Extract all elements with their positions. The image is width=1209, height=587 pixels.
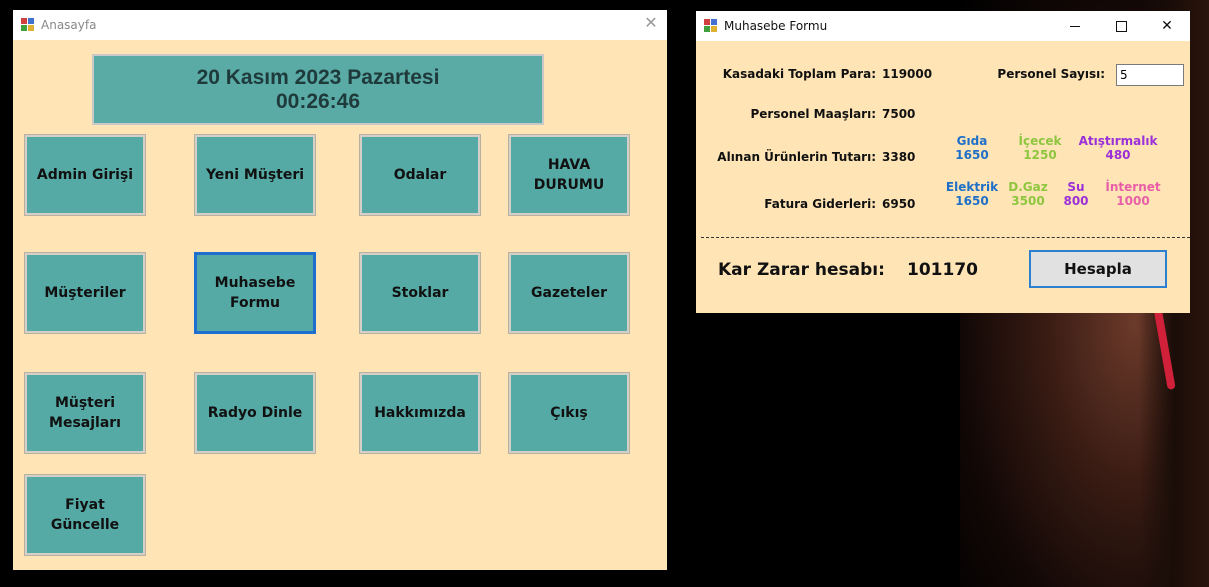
muhasebe-formu-window: Muhasebe Formu ✕ Kasadaki Toplam Para: 1… (696, 11, 1190, 313)
icecek-label: İçecek (1018, 134, 1062, 148)
time-label: 00:26:46 (275, 89, 361, 113)
dgaz-label: D.Gaz (1008, 180, 1048, 194)
hava-durumu-button[interactable]: HAVA DURUMU (508, 134, 630, 216)
dgaz-value: 3500 (1011, 194, 1045, 208)
cikis-button[interactable]: Çıkış (508, 372, 630, 454)
kar-zarar-value: 101170 (907, 260, 978, 280)
window-title: Muhasebe Formu (724, 19, 828, 33)
app-icon (21, 18, 35, 32)
su-item: Su 800 (1058, 180, 1094, 208)
anasayfa-window: Anasayfa ✕ 20 Kasım 2023 Pazartesi 00:26… (13, 10, 667, 570)
gida-item: Gıda 1650 (952, 134, 992, 162)
close-icon: ✕ (1161, 18, 1173, 34)
fiyat-guncelle-button[interactable]: Fiyat Güncelle (24, 474, 146, 556)
su-value: 800 (1063, 194, 1089, 208)
internet-value: 1000 (1116, 194, 1150, 208)
close-icon[interactable]: ✕ (643, 15, 659, 31)
icecek-item: İçecek 1250 (1014, 134, 1066, 162)
minimize-button[interactable] (1052, 11, 1098, 41)
urun-tutari-value: 3380 (882, 150, 916, 164)
hesapla-button[interactable]: Hesapla (1029, 250, 1167, 288)
maas-value: 7500 (882, 107, 916, 121)
separator-line (701, 237, 1190, 238)
fatura-value: 6950 (882, 197, 916, 211)
gazeteler-button[interactable]: Gazeteler (508, 252, 630, 334)
maximize-button[interactable] (1098, 11, 1144, 41)
app-icon (704, 19, 718, 33)
window-title: Anasayfa (41, 18, 97, 32)
yeni-musteri-button[interactable]: Yeni Müşteri (194, 134, 316, 216)
dgaz-item: D.Gaz 3500 (1003, 180, 1053, 208)
elektrik-label: Elektrik (945, 180, 999, 194)
gida-value: 1650 (955, 148, 989, 162)
minimize-icon (1070, 25, 1080, 27)
atistirmalik-label: Atıştırmalık (1078, 134, 1158, 148)
su-label: Su (1067, 180, 1085, 194)
gida-label: Gıda (956, 134, 988, 148)
hakkimizda-button[interactable]: Hakkımızda (359, 372, 481, 454)
fatura-label: Fatura Giderleri: (764, 197, 876, 211)
personel-count-label: Personel Sayısı: (997, 67, 1105, 81)
musteri-mesajlari-button[interactable]: Müşteri Mesajları (24, 372, 146, 454)
close-button[interactable]: ✕ (1144, 11, 1190, 41)
kasa-value: 119000 (882, 67, 933, 81)
odalar-button[interactable]: Odalar (359, 134, 481, 216)
maas-label: Personel Maaşları: (750, 107, 876, 121)
urun-tutari-label: Alınan Ürünlerin Tutarı: (717, 150, 876, 164)
muhasebe-titlebar[interactable]: Muhasebe Formu ✕ (696, 11, 1190, 41)
personel-count-input[interactable] (1116, 64, 1184, 86)
date-time-panel: 20 Kasım 2023 Pazartesi 00:26:46 (92, 54, 544, 125)
admin-girisi-button[interactable]: Admin Girişi (24, 134, 146, 216)
internet-item: İnternet 1000 (1100, 180, 1166, 208)
elektrik-item: Elektrik 1650 (945, 180, 999, 208)
kasa-label: Kasadaki Toplam Para: (722, 67, 876, 81)
icecek-value: 1250 (1023, 148, 1057, 162)
atistirmalik-value: 480 (1105, 148, 1131, 162)
elektrik-value: 1650 (955, 194, 989, 208)
internet-label: İnternet (1105, 180, 1161, 194)
maximize-icon (1115, 20, 1127, 32)
musteriler-button[interactable]: Müşteriler (24, 252, 146, 334)
atistirmalik-item: Atıştırmalık 480 (1078, 134, 1158, 162)
anasayfa-titlebar[interactable]: Anasayfa ✕ (13, 10, 667, 40)
date-label: 20 Kasım 2023 Pazartesi (196, 65, 440, 89)
stoklar-button[interactable]: Stoklar (359, 252, 481, 334)
radyo-dinle-button[interactable]: Radyo Dinle (194, 372, 316, 454)
muhasebe-formu-button[interactable]: Muhasebe Formu (194, 252, 316, 334)
kar-zarar-label: Kar Zarar hesabı: (718, 260, 885, 280)
